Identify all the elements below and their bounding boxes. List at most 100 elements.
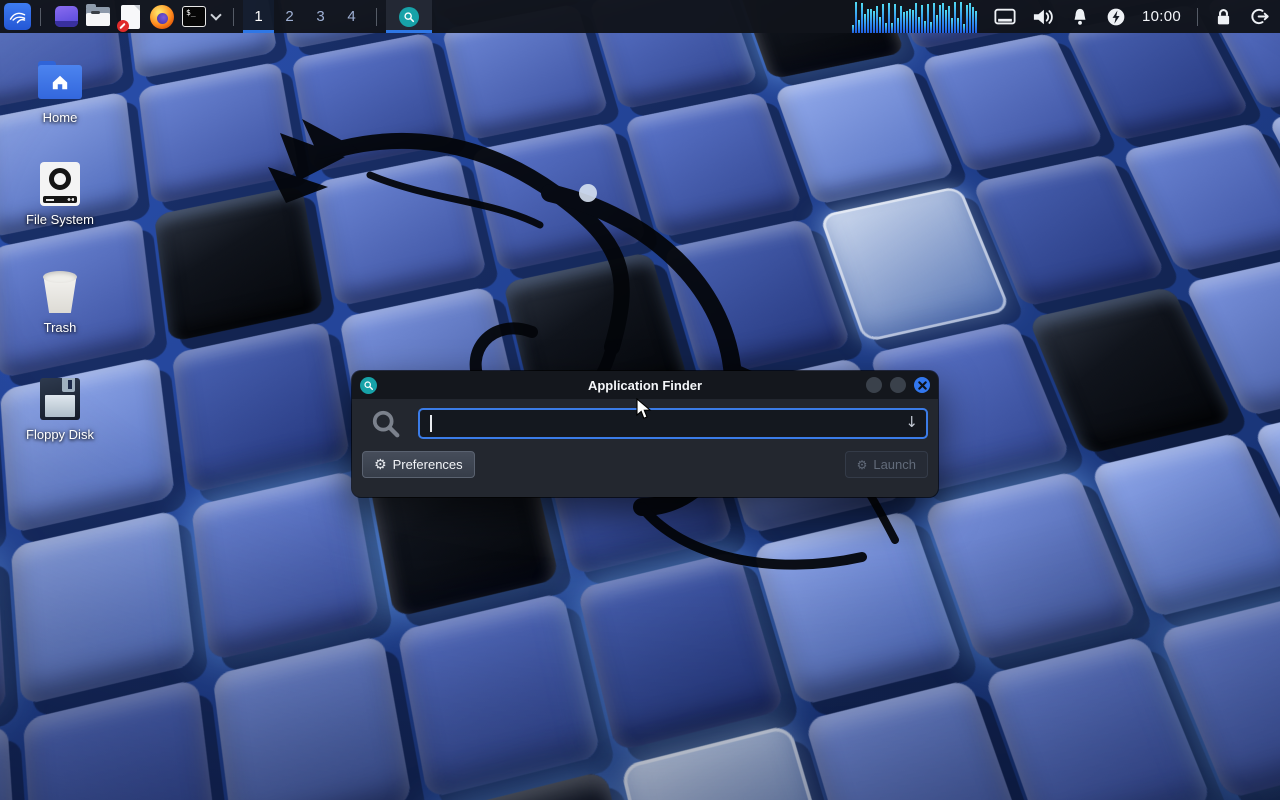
cpu-graph-bar: [911, 10, 914, 33]
cpu-graph-bar: [905, 11, 908, 33]
minimize-button[interactable]: [866, 377, 882, 393]
window-title: Application Finder: [587, 377, 703, 393]
launch-button[interactable]: ⚙ Launch: [844, 451, 928, 478]
text-editor-icon: [116, 4, 140, 32]
launcher-text-editor[interactable]: [114, 0, 146, 33]
cpu-graph-bar: [974, 11, 977, 33]
launch-button-label: Launch: [873, 457, 916, 472]
cpu-graph-bar: [959, 2, 962, 33]
preferences-button-label: Preferences: [392, 457, 463, 472]
cpu-graph-bar: [890, 23, 893, 33]
applications-menu-button[interactable]: [4, 3, 31, 30]
workspace-button-1[interactable]: 1: [243, 0, 274, 33]
terminal-icon: $_: [182, 6, 206, 27]
cpu-graph-bar: [938, 5, 941, 33]
workspace-button-2[interactable]: 2: [274, 0, 305, 33]
cpu-graph-bar: [950, 18, 953, 33]
cpu-graph-bar: [926, 4, 929, 33]
desktop-icon-file-system[interactable]: File System: [12, 160, 108, 227]
cpu-graph-bar: [956, 18, 959, 33]
notification-bell-icon[interactable]: [1070, 7, 1090, 27]
volume-icon[interactable]: [1032, 7, 1054, 27]
cpu-graph-bar: [863, 14, 866, 33]
cpu-graph-bar: [962, 24, 965, 33]
close-button[interactable]: [914, 377, 930, 393]
cpu-graph-bar: [965, 5, 968, 33]
cpu-graph-bar: [866, 9, 869, 33]
panel-separator: [376, 7, 377, 26]
desktop-icon-home[interactable]: Home: [12, 58, 108, 125]
panel-separator: [40, 7, 41, 26]
dropdown-arrow-icon[interactable]: ↓: [905, 413, 918, 431]
cpu-graph-bar: [872, 11, 875, 33]
floppy-disk-icon: [40, 378, 80, 420]
launcher-file-manager[interactable]: [82, 0, 114, 33]
cpu-graph-bar: [935, 15, 938, 33]
house-icon: [52, 75, 68, 90]
top-panel: ••• $_ 1 2 3 4 10:00: [0, 0, 1280, 33]
launcher-firefox[interactable]: [146, 0, 178, 33]
cpu-graph-bar: [875, 6, 878, 33]
cpu-graph-bar: [881, 4, 884, 33]
system-tray: 10:00: [994, 6, 1270, 27]
file-manager-icon: [86, 4, 110, 26]
desktop-icon-floppy-disk[interactable]: Floppy Disk: [12, 375, 108, 442]
cpu-graph-bar: [920, 5, 923, 33]
titlebar[interactable]: Application Finder: [352, 371, 938, 399]
application-finder-icon: [399, 6, 419, 27]
gear-icon: ⚙: [374, 456, 387, 473]
desktop-icon-label: Home: [42, 110, 78, 125]
desktop-icon-label: File System: [26, 212, 94, 227]
cpu-graph-bar: [953, 2, 956, 33]
desktop-icon-label: Floppy Disk: [26, 427, 94, 442]
run-gears-icon: ⚙: [856, 457, 868, 472]
workspace-button-4[interactable]: 4: [336, 0, 367, 33]
application-finder-window: Application Finder ↓ ⚙ Preferences ⚙ Lau…: [352, 371, 938, 497]
kali-logo-icon: [9, 12, 26, 24]
cpu-graph[interactable]: [851, 0, 978, 33]
desktop-icon-trash[interactable]: Trash: [12, 268, 108, 335]
cpu-graph-bar: [932, 3, 935, 33]
cpu-graph-bar: [893, 4, 896, 33]
close-icon: [917, 380, 927, 390]
launcher-app-window[interactable]: •••: [50, 0, 82, 33]
cpu-graph-bar: [908, 9, 911, 33]
cpu-graph-bar: [968, 3, 971, 33]
cpu-graph-bar: [923, 21, 926, 33]
launcher-terminal[interactable]: $_: [178, 0, 210, 33]
cpu-graph-bar: [884, 23, 887, 33]
cpu-graph-bar: [929, 22, 932, 33]
panel-separator: [233, 7, 234, 26]
cpu-graph-bar: [860, 3, 863, 33]
clock[interactable]: 10:00: [1142, 8, 1181, 25]
cpu-graph-bar: [971, 7, 974, 33]
cpu-graph-bar: [944, 10, 947, 33]
firefox-icon: [150, 4, 174, 29]
cpu-graph-bar: [878, 17, 881, 33]
workspace-button-3[interactable]: 3: [305, 0, 336, 33]
cpu-graph-bar: [914, 3, 917, 33]
hard-drive-icon: [40, 162, 80, 206]
cpu-graph-bar: [851, 25, 854, 33]
lock-screen-icon[interactable]: [1214, 7, 1233, 27]
search-icon: [372, 410, 400, 437]
terminal-dropdown-chevron-icon[interactable]: [210, 8, 222, 21]
cpu-graph-bar: [902, 12, 905, 33]
search-input[interactable]: [418, 408, 928, 439]
preferences-button[interactable]: ⚙ Preferences: [362, 451, 475, 478]
taskbar-application-finder-button[interactable]: [386, 0, 432, 33]
display-icon[interactable]: [994, 8, 1016, 26]
cpu-graph-bar: [941, 3, 944, 33]
cpu-graph-bar: [887, 3, 890, 33]
cpu-graph-bar: [869, 9, 872, 33]
cpu-graph-bar: [854, 2, 857, 33]
cpu-graph-bar: [896, 18, 899, 33]
logout-icon[interactable]: [1249, 6, 1270, 27]
home-folder-icon: [38, 61, 82, 99]
mouse-cursor: [636, 398, 652, 419]
cpu-graph-bar: [899, 6, 902, 33]
power-manager-icon[interactable]: [1106, 7, 1126, 27]
app-window-icon: •••: [54, 6, 78, 27]
maximize-button[interactable]: [890, 377, 906, 393]
cpu-graph-bar: [947, 6, 950, 33]
